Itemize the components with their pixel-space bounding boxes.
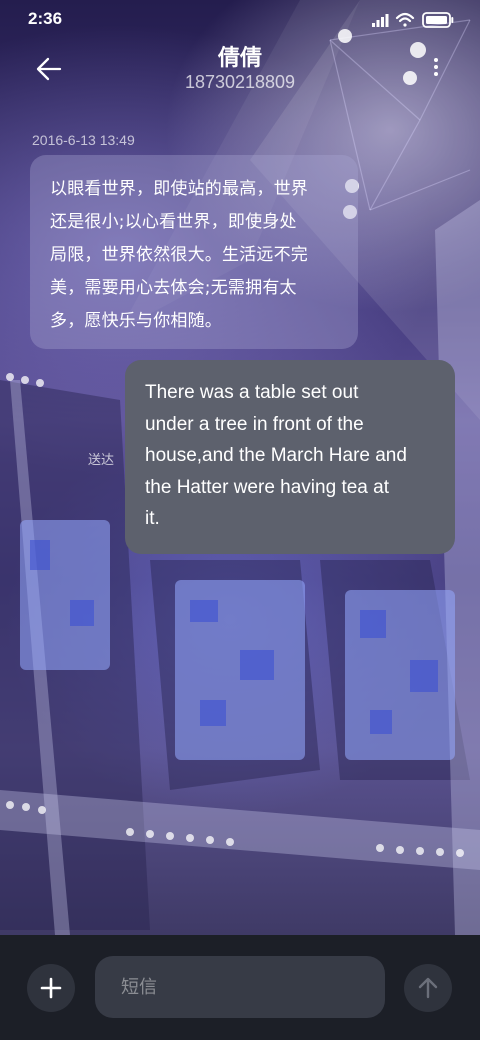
message-line: 多，愿快乐与你相随。: [50, 311, 222, 331]
message-line: house,and the March Hare and: [145, 445, 407, 466]
message-line: 以眼看世界，即使站的最高，世界: [50, 179, 308, 199]
message-line: under a tree in front of the: [145, 413, 364, 435]
message-line: There was a table set out: [145, 382, 359, 403]
contact-name: 倩倩: [217, 46, 262, 71]
battery-icon: [422, 12, 454, 28]
composer-bar: [0, 935, 480, 1040]
message-line: 还是很小;以心看世界，即使身处: [50, 212, 297, 232]
more-options-button[interactable]: [428, 56, 444, 82]
message-line: 局限，世界依然很大。生活远不完: [50, 245, 308, 265]
message-input[interactable]: [95, 956, 385, 1018]
sent-message-bubble[interactable]: There was a table set out under a tree i…: [125, 360, 455, 554]
signal-icon: [372, 14, 389, 27]
send-arrow-up-icon: [418, 977, 438, 999]
add-attachment-button[interactable]: [27, 964, 75, 1012]
send-button[interactable]: [404, 964, 452, 1012]
received-message-bubble[interactable]: 以眼看世界，即使站的最高，世界 还是很小;以心看世界，即使身处 局限，世界依然很…: [30, 155, 358, 349]
status-icons: [372, 12, 454, 28]
status-time: 2:36: [28, 9, 63, 28]
wifi-icon: [395, 12, 415, 27]
more-vertical-icon: [428, 58, 444, 76]
message-timestamp: 2016-6-13 13:49: [32, 132, 135, 148]
contact-phone-number: 18730218809: [184, 72, 296, 92]
message-line: it.: [145, 508, 160, 529]
delivery-status: 送达: [88, 453, 115, 468]
message-line: 美，需要用心去体会;无需拥有太: [50, 278, 297, 298]
status-bar: 2:36: [0, 0, 480, 40]
plus-icon: [40, 977, 62, 999]
message-line: the Hatter were having tea at: [145, 476, 389, 498]
